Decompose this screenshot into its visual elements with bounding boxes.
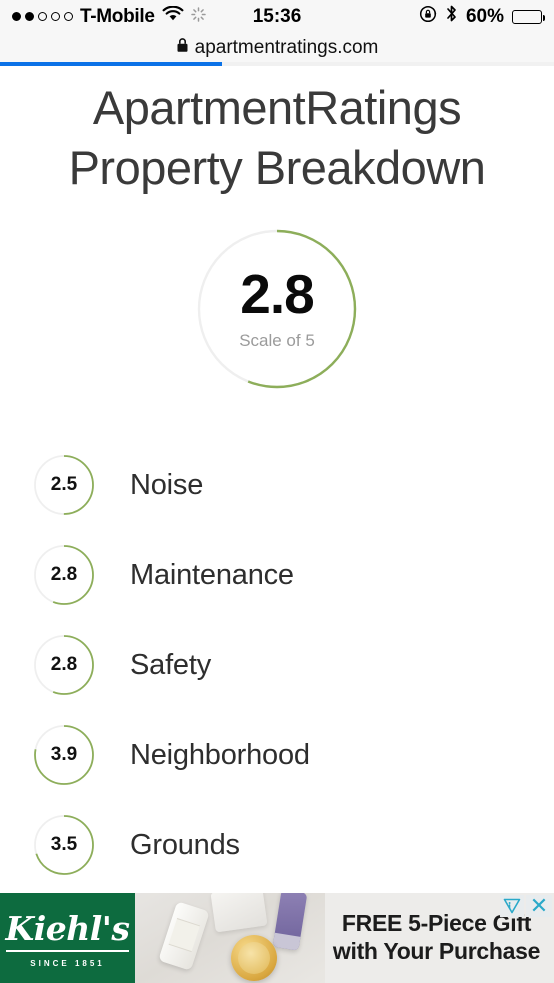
rating-ring: 2.8	[33, 634, 95, 696]
rating-score: 3.9	[50, 744, 78, 766]
rating-ring: 2.5	[33, 454, 95, 516]
rating-row-noise: 2.5 Noise	[0, 440, 554, 530]
rating-label: Grounds	[130, 828, 240, 861]
rating-score: 3.5	[50, 834, 78, 856]
carrier-label: T-Mobile	[80, 5, 155, 27]
overall-rating-section: 2.8 Scale of 5	[0, 226, 554, 392]
close-icon[interactable]: ✕	[526, 895, 552, 917]
ad-controls: ✕	[500, 895, 552, 917]
ad-brand-logo: Kiehl's SINCE 1851	[0, 893, 135, 983]
rating-label: Noise	[130, 468, 204, 501]
product-jar	[231, 935, 277, 981]
signal-dot	[12, 12, 21, 21]
rating-score: 2.5	[50, 474, 78, 496]
signal-dot	[38, 12, 47, 21]
activity-spinner-icon	[190, 6, 206, 28]
page-title-line-1: ApartmentRatings	[92, 81, 462, 134]
rating-ring: 3.9	[33, 724, 95, 786]
signal-dot	[25, 12, 34, 21]
battery-icon	[512, 9, 545, 24]
rating-ring: 3.5	[33, 814, 95, 876]
rating-row-safety: 2.8 Safety	[0, 620, 554, 710]
ad-brand-tagline: SINCE 1851	[30, 958, 105, 968]
bluetooth-icon	[445, 4, 458, 29]
status-bar-right: 60%	[419, 4, 545, 29]
status-bar: T-Mobile 15:36 60%	[0, 0, 554, 33]
rating-row-maintenance: 2.8 Maintenance	[0, 530, 554, 620]
signal-dot	[51, 12, 60, 21]
page-content: ApartmentRatings Property Breakdown 2.8 …	[0, 66, 554, 890]
adchoices-icon[interactable]	[500, 895, 524, 917]
rating-label: Maintenance	[130, 558, 294, 591]
ad-product-photo	[135, 893, 325, 983]
page-load-progress-bar	[0, 62, 554, 66]
rating-breakdown-list: 2.5 Noise 2.8 Maintenance 2.8 Safety 3.9 Neighb…	[0, 440, 554, 890]
overall-scale-label: Scale of 5	[239, 331, 315, 351]
status-bar-left: T-Mobile	[12, 5, 206, 28]
ad-brand-name: Kiehl's	[5, 909, 130, 952]
overall-rating-ring: 2.8 Scale of 5	[194, 226, 360, 392]
rotation-lock-icon	[419, 5, 437, 29]
rating-label: Safety	[130, 648, 212, 681]
rating-label: Neighborhood	[130, 738, 310, 771]
overall-rating-text: 2.8 Scale of 5	[194, 226, 360, 392]
lock-icon	[176, 37, 189, 59]
browser-url-bar[interactable]: apartmentratings.com	[0, 33, 554, 62]
advertisement-banner[interactable]: Kiehl's SINCE 1851 FREE 5-Piece Gift wit…	[0, 893, 554, 983]
signal-strength-dots	[12, 12, 73, 21]
product-purple-tube	[272, 893, 308, 951]
rating-row-neighborhood: 3.9 Neighborhood	[0, 710, 554, 800]
overall-score: 2.8	[240, 263, 314, 326]
url-text: apartmentratings.com	[194, 36, 379, 58]
page-load-progress-fill	[0, 62, 222, 66]
rating-row-grounds: 3.5 Grounds	[0, 800, 554, 890]
battery-percent-label: 60%	[465, 5, 504, 27]
rating-score: 2.8	[50, 654, 78, 676]
product-pouch	[210, 893, 268, 933]
ad-headline-line-2: with Your Purchase	[332, 938, 541, 964]
wifi-icon	[162, 5, 184, 28]
rating-score: 2.8	[50, 564, 78, 586]
signal-dot	[64, 12, 73, 21]
page-title: ApartmentRatings Property Breakdown	[0, 78, 554, 198]
page-title-line-2: Property Breakdown	[68, 141, 486, 195]
rating-ring: 2.8	[33, 544, 95, 606]
product-bottle	[158, 901, 210, 971]
